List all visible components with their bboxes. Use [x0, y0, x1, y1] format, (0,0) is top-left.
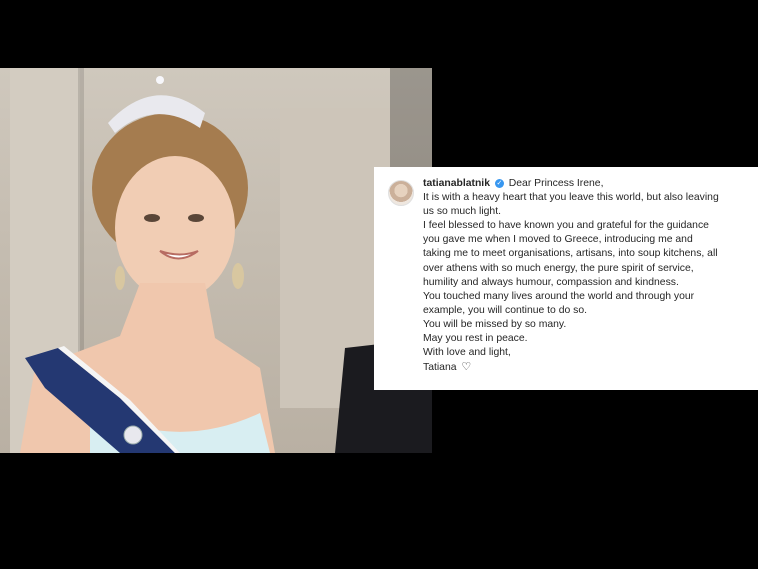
- caption-line: you gave me when I moved to Greece, intr…: [423, 234, 693, 246]
- verified-badge-icon: ✓: [494, 178, 504, 188]
- caption-line: May you rest in peace.: [423, 333, 528, 345]
- portrait-photo: [0, 68, 432, 453]
- caption-line-signature: Tatiana ♡: [423, 360, 753, 375]
- instagram-caption-card: tatianablatnik ✓ Dear Princess Irene, It…: [374, 167, 758, 390]
- caption-line: example, you will continue to do so.: [423, 304, 588, 316]
- caption-greeting: Dear Princess Irene,: [508, 178, 604, 189]
- signature-text: Tatiana: [423, 362, 457, 374]
- caption-line: over athens with so much energy, the pur…: [423, 262, 694, 274]
- caption-text: tatianablatnik ✓ Dear Princess Irene, It…: [423, 177, 753, 375]
- caption-line: humility and always humour, compassion a…: [423, 276, 679, 288]
- heart-icon: ♡: [461, 361, 472, 374]
- caption-line: It is with a heavy heart that you leave …: [423, 192, 719, 204]
- username-link[interactable]: tatianablatnik: [423, 178, 490, 189]
- woman-figure: [20, 76, 432, 453]
- caption-line: taking me to meet organisations, artisan…: [423, 248, 718, 260]
- caption-line: You will be missed by so many.: [423, 318, 567, 330]
- caption-line: I feel blessed to have known you and gra…: [423, 220, 709, 232]
- caption-line: You touched many lives around the world …: [423, 290, 695, 302]
- caption-line: us so much light.: [423, 206, 501, 218]
- caption-line-0: tatianablatnik ✓ Dear Princess Irene,: [423, 177, 753, 191]
- profile-avatar[interactable]: [388, 180, 414, 206]
- caption-line: With love and light,: [423, 347, 511, 359]
